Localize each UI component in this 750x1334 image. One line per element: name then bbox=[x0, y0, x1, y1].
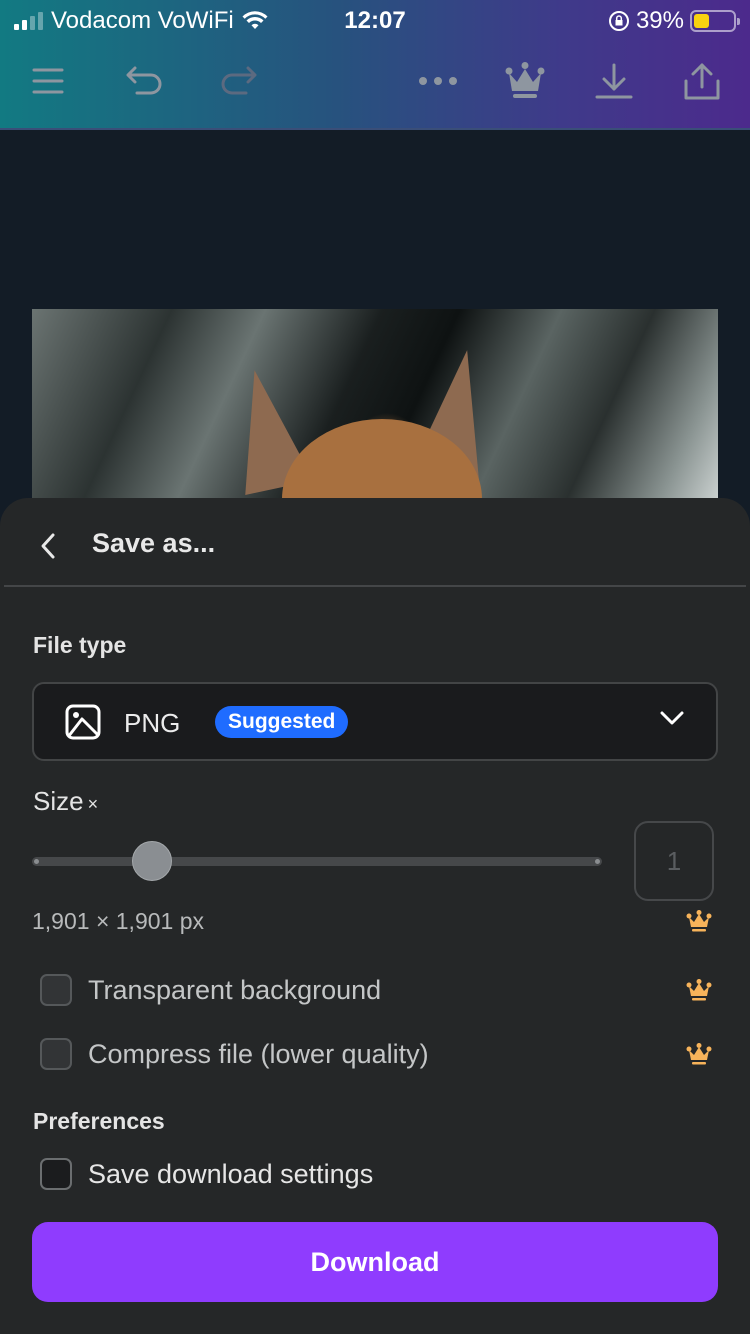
suggested-badge: Suggested bbox=[215, 706, 349, 738]
premium-crown-icon bbox=[686, 910, 712, 932]
editor-toolbar bbox=[0, 56, 750, 106]
rotation-lock-icon bbox=[608, 11, 629, 31]
share-button[interactable] bbox=[677, 56, 727, 106]
header-divider bbox=[4, 585, 746, 587]
undo-button[interactable] bbox=[120, 56, 170, 106]
premium-crown-icon bbox=[686, 979, 712, 1001]
transparent-background-label: Transparent background bbox=[88, 974, 382, 1005]
compress-file-checkbox[interactable] bbox=[40, 1038, 72, 1070]
top-bar: Vodacom VoWiFi 12:07 39% bbox=[0, 0, 750, 130]
size-slider[interactable] bbox=[32, 841, 602, 881]
image-icon bbox=[65, 704, 101, 740]
sheet-header: Save as... bbox=[0, 498, 750, 587]
chevron-left-icon bbox=[41, 533, 55, 559]
slider-thumb[interactable] bbox=[131, 841, 172, 881]
save-download-settings-checkbox[interactable] bbox=[40, 1158, 72, 1190]
size-label: Size × bbox=[33, 786, 98, 817]
redo-button[interactable] bbox=[213, 56, 263, 106]
file-type-select[interactable]: PNG Suggested bbox=[32, 682, 718, 761]
download-icon bbox=[595, 63, 633, 99]
premium-button[interactable] bbox=[500, 56, 550, 106]
premium-crown-icon bbox=[686, 1043, 712, 1065]
design-preview-image[interactable] bbox=[32, 309, 718, 509]
save-download-settings-option[interactable]: Save download settings bbox=[40, 1158, 373, 1190]
size-label-text: Size bbox=[33, 786, 84, 816]
preferences-label: Preferences bbox=[33, 1108, 165, 1134]
battery-icon bbox=[690, 10, 740, 32]
download-toolbar-button[interactable] bbox=[589, 56, 639, 106]
download-button[interactable]: Download bbox=[32, 1222, 718, 1302]
dimensions-text: 1,901 × 1,901 px bbox=[32, 908, 205, 934]
save-as-sheet: Save as... File type PNG Suggested Size ×… bbox=[0, 498, 750, 1334]
size-multiplier-symbol: × bbox=[87, 794, 99, 814]
file-type-label: File type bbox=[33, 632, 127, 658]
chevron-down-icon bbox=[660, 711, 684, 725]
undo-icon bbox=[126, 66, 162, 95]
slider-end-dot bbox=[595, 859, 600, 864]
more-icon bbox=[419, 77, 457, 85]
menu-icon bbox=[32, 68, 64, 94]
transparent-background-checkbox[interactable] bbox=[40, 974, 72, 1006]
transparent-background-option[interactable]: Transparent background bbox=[40, 974, 381, 1006]
save-download-settings-label: Save download settings bbox=[88, 1158, 374, 1189]
crown-icon bbox=[505, 62, 545, 98]
slider-start-dot bbox=[34, 859, 39, 864]
sheet-title: Save as... bbox=[92, 528, 216, 558]
size-value-input[interactable]: 1 bbox=[634, 821, 714, 901]
battery-percent: 39% bbox=[635, 7, 684, 34]
back-button[interactable] bbox=[30, 526, 66, 566]
more-button[interactable] bbox=[413, 56, 463, 106]
compress-file-label: Compress file (lower quality) bbox=[88, 1038, 429, 1069]
share-icon bbox=[684, 63, 720, 100]
redo-icon bbox=[221, 66, 257, 95]
file-type-value: PNG bbox=[124, 708, 181, 738]
menu-button[interactable] bbox=[23, 56, 73, 106]
compress-file-option[interactable]: Compress file (lower quality) bbox=[40, 1038, 429, 1070]
status-bar: Vodacom VoWiFi 12:07 39% bbox=[0, 0, 750, 40]
